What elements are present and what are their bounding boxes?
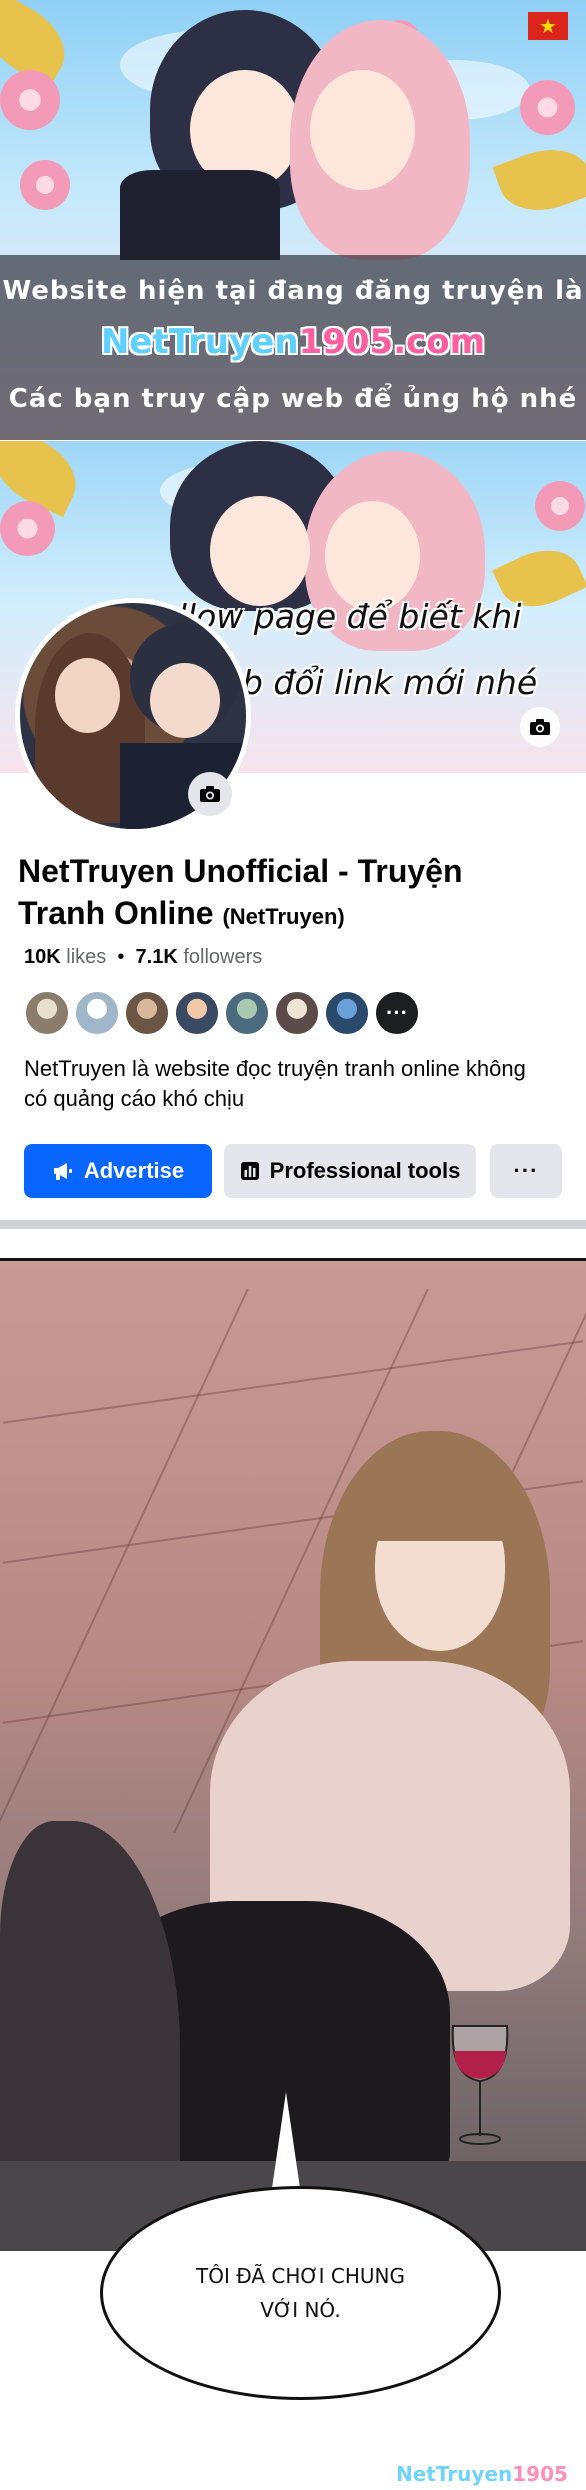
likes-count: 10K <box>24 946 61 968</box>
character-suit <box>120 170 280 260</box>
megaphone-icon <box>52 1161 74 1181</box>
page-title: NetTruyen Unofficial - Truyện Tranh Onli… <box>18 850 558 938</box>
character-bangs <box>365 1451 515 1541</box>
watermark-number: 1905 <box>512 2462 568 2486</box>
dark-jacket <box>0 1821 180 2201</box>
follower-avatar[interactable] <box>74 990 120 1036</box>
site-domain: .com <box>393 322 486 362</box>
follower-avatar[interactable] <box>174 990 220 1036</box>
follower-avatar[interactable] <box>274 990 320 1036</box>
banner-line-3: Các bạn truy cập web để ủng hộ nhé <box>8 384 578 414</box>
camera-icon <box>530 719 550 735</box>
followers-label[interactable]: followers <box>183 946 262 968</box>
vietnam-flag-icon: ★ <box>528 12 568 40</box>
character-face <box>310 70 415 190</box>
advertise-button[interactable]: Advertise <box>24 1144 212 1198</box>
flower-decoration <box>0 501 55 556</box>
character-face <box>325 501 420 611</box>
promo-banner: ★ Website hiện tại đang đăng truyện là N… <box>0 0 586 440</box>
follower-avatar[interactable] <box>324 990 370 1036</box>
site-name: NetTruyen <box>100 322 299 362</box>
professional-tools-label: Professional tools <box>269 1158 461 1183</box>
follower-avatar[interactable] <box>124 990 170 1036</box>
speech-bubble: TÔI ĐÃ CHƠI CHUNG VỚI NÓ. <box>100 2186 501 2400</box>
follower-avatar[interactable] <box>24 990 70 1036</box>
followers-count: 7.1K <box>135 946 178 968</box>
edit-cover-camera-icon[interactable] <box>520 707 560 747</box>
likes-label[interactable]: likes <box>66 946 106 968</box>
professional-tools-button[interactable]: Professional tools <box>224 1144 476 1198</box>
stats-separator: • <box>117 946 125 968</box>
flower-decoration <box>20 160 70 210</box>
character-face <box>210 496 310 606</box>
follower-avatars[interactable]: ··· <box>24 990 420 1036</box>
avatar-face <box>150 663 220 738</box>
banner-line-1: Website hiện tại đang đăng truyện là <box>2 276 584 306</box>
edit-avatar-camera-icon[interactable] <box>188 772 232 816</box>
page-handle: (NetTruyen) <box>222 904 345 929</box>
speech-line-2: VỚI NÓ. <box>260 2298 341 2322</box>
leaf-decoration <box>492 136 586 224</box>
site-number: 1905 <box>298 322 394 362</box>
wine-glass-icon <box>451 2025 509 2145</box>
avatar-face <box>55 658 120 733</box>
more-options-button[interactable]: ··· <box>490 1144 562 1198</box>
flower-decoration <box>0 70 60 130</box>
watermark-name: NetTruyen <box>396 2462 513 2486</box>
banner-site-link[interactable]: NetTruyen1905.com <box>0 322 586 362</box>
camera-icon <box>200 786 220 802</box>
flower-decoration <box>520 80 575 135</box>
speech-line-1: TÔI ĐÃ CHƠI CHUNG <box>195 2264 406 2288</box>
floor-line <box>2 1340 584 1424</box>
advertise-label: Advertise <box>83 1158 185 1183</box>
page-bio: NetTruyen là website đọc truyện tranh on… <box>24 1056 526 1111</box>
site-watermark: NetTruyen1905 <box>396 2462 568 2486</box>
flower-decoration <box>535 481 585 531</box>
bar-chart-icon <box>240 1161 260 1181</box>
more-followers-button[interactable]: ··· <box>374 990 420 1036</box>
page-stats: 10K likes • 7.1K followers <box>24 946 262 969</box>
follower-avatar[interactable] <box>224 990 270 1036</box>
section-divider <box>0 1220 586 1229</box>
